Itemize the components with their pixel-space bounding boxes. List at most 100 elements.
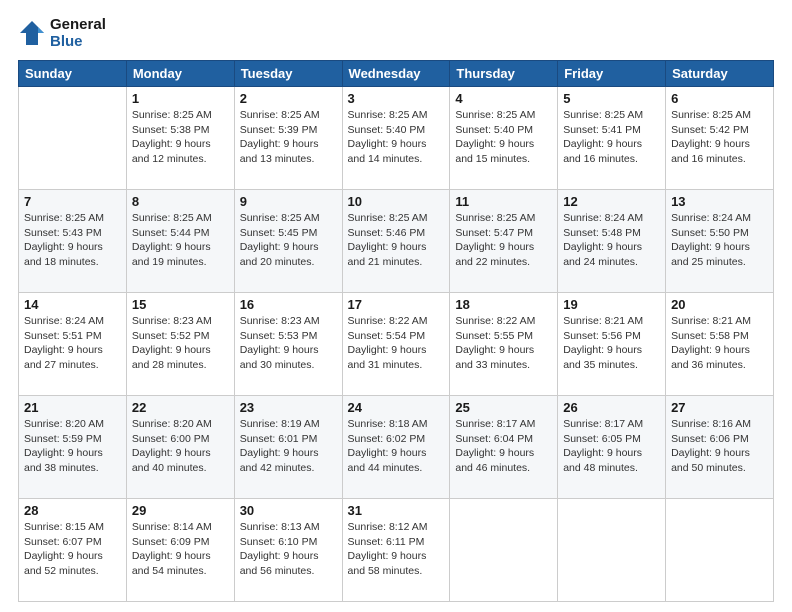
day-detail: Sunrise: 8:25 AM Sunset: 5:40 PM Dayligh…	[348, 108, 445, 167]
day-detail: Sunrise: 8:14 AM Sunset: 6:09 PM Dayligh…	[132, 520, 229, 579]
day-cell: 17 Sunrise: 8:22 AM Sunset: 5:54 PM Dayli…	[342, 293, 450, 396]
day-detail: Sunrise: 8:20 AM Sunset: 5:59 PM Dayligh…	[24, 417, 121, 476]
day-number: 11	[455, 194, 552, 209]
day-cell: 25 Sunrise: 8:17 AM Sunset: 6:04 PM Dayli…	[450, 396, 558, 499]
day-number: 12	[563, 194, 660, 209]
week-row-2: 7 Sunrise: 8:25 AM Sunset: 5:43 PM Daylig…	[19, 190, 774, 293]
col-header-wednesday: Wednesday	[342, 61, 450, 87]
day-cell: 20 Sunrise: 8:21 AM Sunset: 5:58 PM Dayli…	[666, 293, 774, 396]
day-number: 18	[455, 297, 552, 312]
day-cell: 23 Sunrise: 8:19 AM Sunset: 6:01 PM Dayli…	[234, 396, 342, 499]
day-number: 24	[348, 400, 445, 415]
day-number: 29	[132, 503, 229, 518]
day-cell: 2 Sunrise: 8:25 AM Sunset: 5:39 PM Daylig…	[234, 87, 342, 190]
day-number: 17	[348, 297, 445, 312]
day-cell: 16 Sunrise: 8:23 AM Sunset: 5:53 PM Dayli…	[234, 293, 342, 396]
day-cell: 27Sunrise: 8:16 AM Sunset: 6:06 PM Dayli…	[666, 396, 774, 499]
day-detail: Sunrise: 8:15 AM Sunset: 6:07 PM Dayligh…	[24, 520, 121, 579]
week-row-1: 1 Sunrise: 8:25 AM Sunset: 5:38 PM Daylig…	[19, 87, 774, 190]
day-number: 21	[24, 400, 121, 415]
day-number: 22	[132, 400, 229, 415]
day-number: 7	[24, 194, 121, 209]
day-detail: Sunrise: 8:24 AM Sunset: 5:50 PM Dayligh…	[671, 211, 768, 270]
day-cell: 3 Sunrise: 8:25 AM Sunset: 5:40 PM Daylig…	[342, 87, 450, 190]
day-cell: 15 Sunrise: 8:23 AM Sunset: 5:52 PM Dayli…	[126, 293, 234, 396]
day-number: 3	[348, 91, 445, 106]
day-cell: 31 Sunrise: 8:12 AM Sunset: 6:11 PM Dayli…	[342, 499, 450, 602]
day-detail: Sunrise: 8:25 AM Sunset: 5:38 PM Dayligh…	[132, 108, 229, 167]
col-header-monday: Monday	[126, 61, 234, 87]
calendar-table: SundayMondayTuesdayWednesdayThursdayFrid…	[18, 60, 774, 602]
day-cell: 12 Sunrise: 8:24 AM Sunset: 5:48 PM Dayli…	[558, 190, 666, 293]
day-cell: 4 Sunrise: 8:25 AM Sunset: 5:40 PM Daylig…	[450, 87, 558, 190]
day-detail: Sunrise: 8:12 AM Sunset: 6:11 PM Dayligh…	[348, 520, 445, 579]
day-detail: Sunrise: 8:25 AM Sunset: 5:42 PM Dayligh…	[671, 108, 768, 167]
day-number: 25	[455, 400, 552, 415]
day-cell: 29 Sunrise: 8:14 AM Sunset: 6:09 PM Dayli…	[126, 499, 234, 602]
page: General Blue SundayMondayTuesdayWednesda…	[0, 0, 792, 612]
day-cell: 14 Sunrise: 8:24 AM Sunset: 5:51 PM Dayli…	[19, 293, 127, 396]
day-number: 15	[132, 297, 229, 312]
day-cell: 11 Sunrise: 8:25 AM Sunset: 5:47 PM Dayli…	[450, 190, 558, 293]
day-cell: 13Sunrise: 8:24 AM Sunset: 5:50 PM Dayli…	[666, 190, 774, 293]
day-cell: 28Sunrise: 8:15 AM Sunset: 6:07 PM Dayli…	[19, 499, 127, 602]
day-cell: 10 Sunrise: 8:25 AM Sunset: 5:46 PM Dayli…	[342, 190, 450, 293]
day-cell: 7 Sunrise: 8:25 AM Sunset: 5:43 PM Daylig…	[19, 190, 127, 293]
day-detail: Sunrise: 8:22 AM Sunset: 5:54 PM Dayligh…	[348, 314, 445, 373]
day-detail: Sunrise: 8:21 AM Sunset: 5:56 PM Dayligh…	[563, 314, 660, 373]
day-detail: Sunrise: 8:17 AM Sunset: 6:04 PM Dayligh…	[455, 417, 552, 476]
day-number: 20	[671, 297, 768, 312]
day-cell: 21 Sunrise: 8:20 AM Sunset: 5:59 PM Dayli…	[19, 396, 127, 499]
day-detail: Sunrise: 8:25 AM Sunset: 5:44 PM Dayligh…	[132, 211, 229, 270]
day-number: 5	[563, 91, 660, 106]
col-header-tuesday: Tuesday	[234, 61, 342, 87]
day-number: 23	[240, 400, 337, 415]
day-number: 26	[563, 400, 660, 415]
day-number: 14	[24, 297, 121, 312]
day-detail: Sunrise: 8:20 AM Sunset: 6:00 PM Dayligh…	[132, 417, 229, 476]
day-cell	[19, 87, 127, 190]
day-number: 16	[240, 297, 337, 312]
logo-text: General Blue	[50, 16, 106, 50]
day-detail: Sunrise: 8:23 AM Sunset: 5:52 PM Dayligh…	[132, 314, 229, 373]
logo-icon	[18, 19, 46, 47]
day-number: 10	[348, 194, 445, 209]
col-header-thursday: Thursday	[450, 61, 558, 87]
day-cell: 30Sunrise: 8:13 AM Sunset: 6:10 PM Dayli…	[234, 499, 342, 602]
week-row-4: 21 Sunrise: 8:20 AM Sunset: 5:59 PM Dayli…	[19, 396, 774, 499]
day-number: 1	[132, 91, 229, 106]
day-detail: Sunrise: 8:24 AM Sunset: 5:51 PM Dayligh…	[24, 314, 121, 373]
day-number: 31	[348, 503, 445, 518]
day-detail: Sunrise: 8:25 AM Sunset: 5:46 PM Dayligh…	[348, 211, 445, 270]
day-detail: Sunrise: 8:18 AM Sunset: 6:02 PM Dayligh…	[348, 417, 445, 476]
col-header-sunday: Sunday	[19, 61, 127, 87]
day-detail: Sunrise: 8:25 AM Sunset: 5:40 PM Dayligh…	[455, 108, 552, 167]
day-cell: 1 Sunrise: 8:25 AM Sunset: 5:38 PM Daylig…	[126, 87, 234, 190]
day-detail: Sunrise: 8:19 AM Sunset: 6:01 PM Dayligh…	[240, 417, 337, 476]
day-cell	[666, 499, 774, 602]
logo: General Blue	[18, 16, 106, 50]
day-cell: 26 Sunrise: 8:17 AM Sunset: 6:05 PM Dayli…	[558, 396, 666, 499]
day-cell: 6 Sunrise: 8:25 AM Sunset: 5:42 PM Daylig…	[666, 87, 774, 190]
day-detail: Sunrise: 8:25 AM Sunset: 5:45 PM Dayligh…	[240, 211, 337, 270]
day-detail: Sunrise: 8:21 AM Sunset: 5:58 PM Dayligh…	[671, 314, 768, 373]
day-number: 2	[240, 91, 337, 106]
day-cell: 19 Sunrise: 8:21 AM Sunset: 5:56 PM Dayli…	[558, 293, 666, 396]
day-detail: Sunrise: 8:25 AM Sunset: 5:39 PM Dayligh…	[240, 108, 337, 167]
day-detail: Sunrise: 8:24 AM Sunset: 5:48 PM Dayligh…	[563, 211, 660, 270]
day-cell	[450, 499, 558, 602]
day-number: 4	[455, 91, 552, 106]
day-detail: Sunrise: 8:25 AM Sunset: 5:43 PM Dayligh…	[24, 211, 121, 270]
day-cell: 5Sunrise: 8:25 AM Sunset: 5:41 PM Daylig…	[558, 87, 666, 190]
day-number: 30	[240, 503, 337, 518]
day-detail: Sunrise: 8:16 AM Sunset: 6:06 PM Dayligh…	[671, 417, 768, 476]
day-cell: 8Sunrise: 8:25 AM Sunset: 5:44 PM Daylig…	[126, 190, 234, 293]
day-detail: Sunrise: 8:17 AM Sunset: 6:05 PM Dayligh…	[563, 417, 660, 476]
day-number: 19	[563, 297, 660, 312]
day-cell: 9 Sunrise: 8:25 AM Sunset: 5:45 PM Daylig…	[234, 190, 342, 293]
day-number: 6	[671, 91, 768, 106]
day-cell: 18Sunrise: 8:22 AM Sunset: 5:55 PM Dayli…	[450, 293, 558, 396]
day-number: 9	[240, 194, 337, 209]
day-detail: Sunrise: 8:23 AM Sunset: 5:53 PM Dayligh…	[240, 314, 337, 373]
day-detail: Sunrise: 8:25 AM Sunset: 5:47 PM Dayligh…	[455, 211, 552, 270]
